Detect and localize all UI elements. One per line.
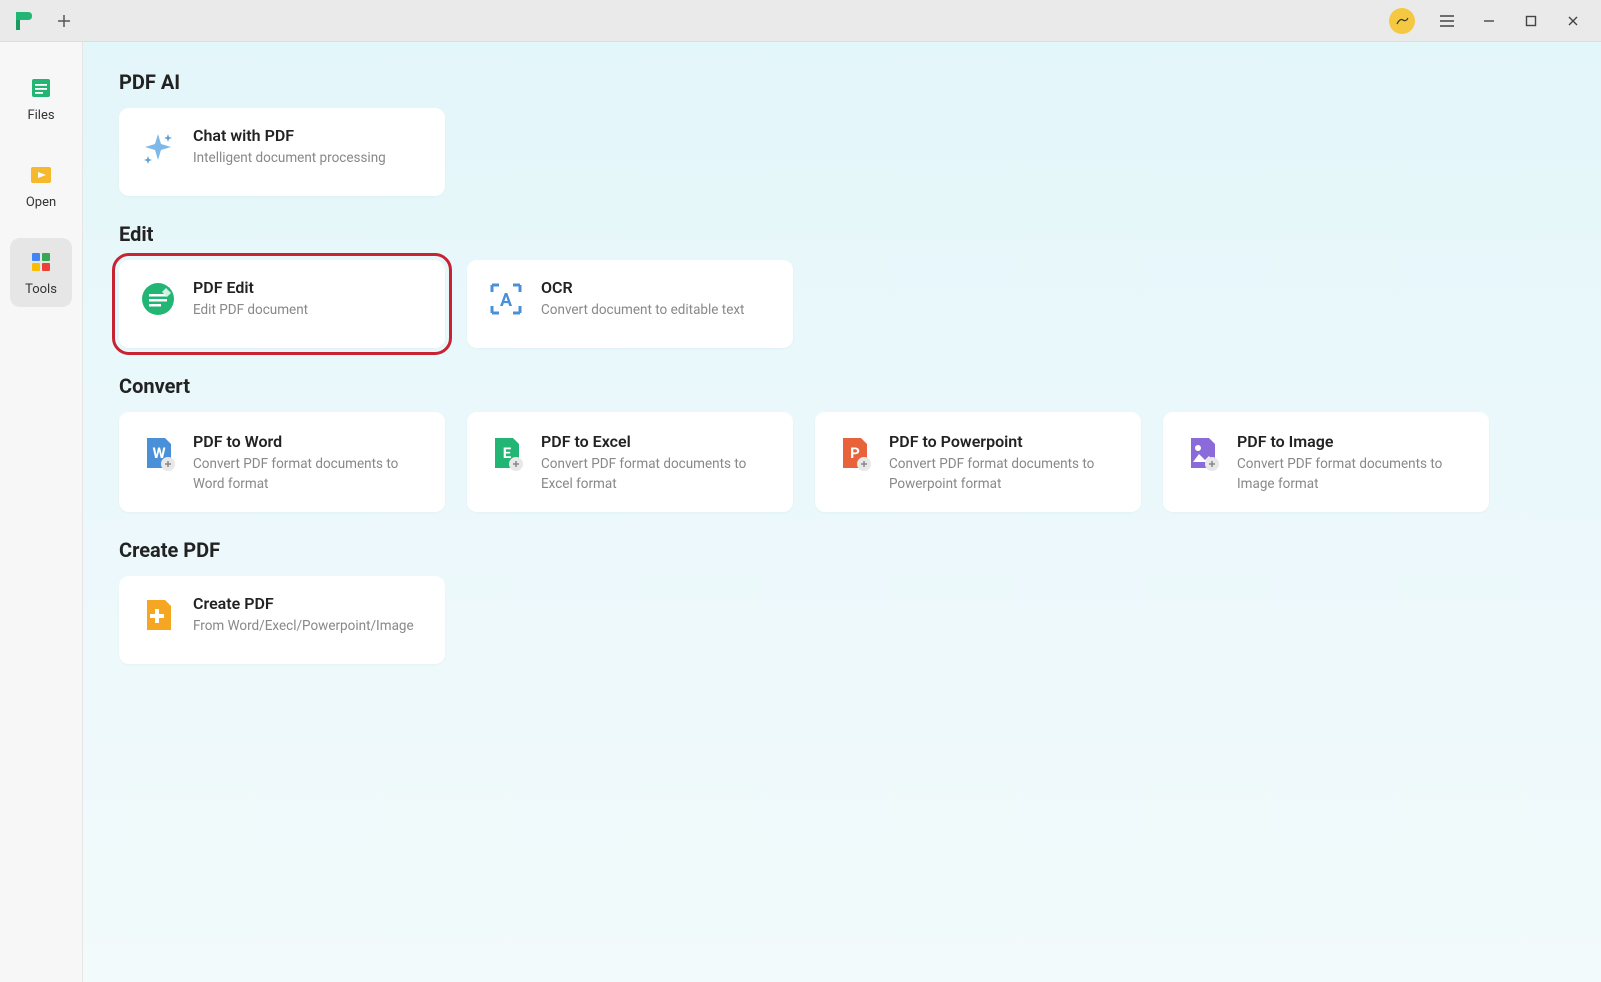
section-convert: Convert W PDF to Word Convert PDF format… (119, 374, 1565, 512)
app-logo-icon[interactable] (8, 6, 38, 36)
open-icon (27, 161, 55, 189)
word-icon: W (139, 434, 177, 472)
ocr-icon: A (487, 280, 525, 318)
sidebar-label-open: Open (26, 195, 56, 210)
titlebar-right (1389, 5, 1593, 37)
tool-title: PDF to Excel (541, 432, 773, 451)
tool-grid-convert: W PDF to Word Convert PDF format documen… (119, 412, 1565, 512)
tool-create-pdf[interactable]: Create PDF From Word/Execl/Powerpoint/Im… (119, 576, 445, 664)
sidebar-item-files[interactable]: Files (10, 64, 72, 133)
tool-pdf-to-excel[interactable]: E PDF to Excel Convert PDF format docume… (467, 412, 793, 512)
svg-text:P: P (850, 444, 860, 462)
sidebar-label-tools: Tools (25, 282, 57, 297)
section-title-edit: Edit (119, 222, 1565, 246)
tool-text: Chat with PDF Intelligent document proce… (193, 126, 425, 169)
tool-text: OCR Convert document to editable text (541, 278, 773, 321)
tools-icon (27, 248, 55, 276)
content-area: PDF AI Chat with PDF Intelligent documen… (83, 42, 1601, 982)
tool-ocr[interactable]: A OCR Convert document to editable text (467, 260, 793, 348)
create-pdf-icon (139, 596, 177, 634)
new-tab-button[interactable] (48, 5, 80, 37)
titlebar (0, 0, 1601, 42)
tool-title: OCR (541, 278, 773, 297)
tool-text: PDF to Image Convert PDF format document… (1237, 432, 1469, 494)
main-wrap: Files Open Tools PDF AI (0, 42, 1601, 982)
sidebar-item-tools[interactable]: Tools (10, 238, 72, 307)
tool-pdf-to-powerpoint[interactable]: P PDF to Powerpoint Convert PDF format d… (815, 412, 1141, 512)
tool-grid-create: Create PDF From Word/Execl/Powerpoint/Im… (119, 576, 1565, 664)
tool-title: PDF Edit (193, 278, 425, 297)
tool-desc: Intelligent document processing (193, 149, 425, 169)
sidebar: Files Open Tools (0, 42, 83, 982)
tool-desc: Convert PDF format documents to Excel fo… (541, 455, 773, 494)
tool-desc: Convert PDF format documents to Word for… (193, 455, 425, 494)
minimize-button[interactable] (1469, 5, 1509, 37)
tool-title: Create PDF (193, 594, 425, 613)
maximize-button[interactable] (1511, 5, 1551, 37)
tool-text: Create PDF From Word/Execl/Powerpoint/Im… (193, 594, 425, 637)
tool-title: PDF to Word (193, 432, 425, 451)
tool-pdf-to-word[interactable]: W PDF to Word Convert PDF format documen… (119, 412, 445, 512)
tool-desc: Convert document to editable text (541, 301, 773, 321)
tool-desc: Convert PDF format documents to Image fo… (1237, 455, 1469, 494)
tool-pdf-to-image[interactable]: PDF to Image Convert PDF format document… (1163, 412, 1489, 512)
tool-desc: Edit PDF document (193, 301, 425, 321)
tool-chat-with-pdf[interactable]: Chat with PDF Intelligent document proce… (119, 108, 445, 196)
tool-text: PDF to Word Convert PDF format documents… (193, 432, 425, 494)
files-icon (27, 74, 55, 102)
close-button[interactable] (1553, 5, 1593, 37)
tool-grid-pdf-ai: Chat with PDF Intelligent document proce… (119, 108, 1565, 196)
titlebar-left (8, 5, 1389, 37)
image-icon (1183, 434, 1221, 472)
tool-text: PDF to Powerpoint Convert PDF format doc… (889, 432, 1121, 494)
excel-icon: E (487, 434, 525, 472)
sparkle-icon (139, 128, 177, 166)
section-create: Create PDF Create PDF From Word/Execl/Po… (119, 538, 1565, 664)
tool-grid-edit: PDF Edit Edit PDF document A (119, 260, 1565, 348)
sidebar-label-files: Files (27, 108, 54, 123)
tool-title: PDF to Powerpoint (889, 432, 1121, 451)
pdf-edit-icon (139, 280, 177, 318)
tool-desc: Convert PDF format documents to Powerpoi… (889, 455, 1121, 494)
section-pdf-ai: PDF AI Chat with PDF Intelligent documen… (119, 70, 1565, 196)
tool-title: Chat with PDF (193, 126, 425, 145)
tool-pdf-edit[interactable]: PDF Edit Edit PDF document (119, 260, 445, 348)
section-title-create: Create PDF (119, 538, 1565, 562)
sidebar-item-open[interactable]: Open (10, 151, 72, 220)
section-title-convert: Convert (119, 374, 1565, 398)
tool-text: PDF Edit Edit PDF document (193, 278, 425, 321)
hamburger-menu-icon[interactable] (1427, 5, 1467, 37)
svg-text:E: E (503, 444, 512, 462)
section-edit: Edit PDF Edit Edit PDF document (119, 222, 1565, 348)
svg-text:A: A (500, 290, 513, 311)
powerpoint-icon: P (835, 434, 873, 472)
section-title-pdf-ai: PDF AI (119, 70, 1565, 94)
tool-text: PDF to Excel Convert PDF format document… (541, 432, 773, 494)
tool-title: PDF to Image (1237, 432, 1469, 451)
profile-icon[interactable] (1389, 8, 1415, 34)
tool-desc: From Word/Execl/Powerpoint/Image (193, 617, 425, 637)
